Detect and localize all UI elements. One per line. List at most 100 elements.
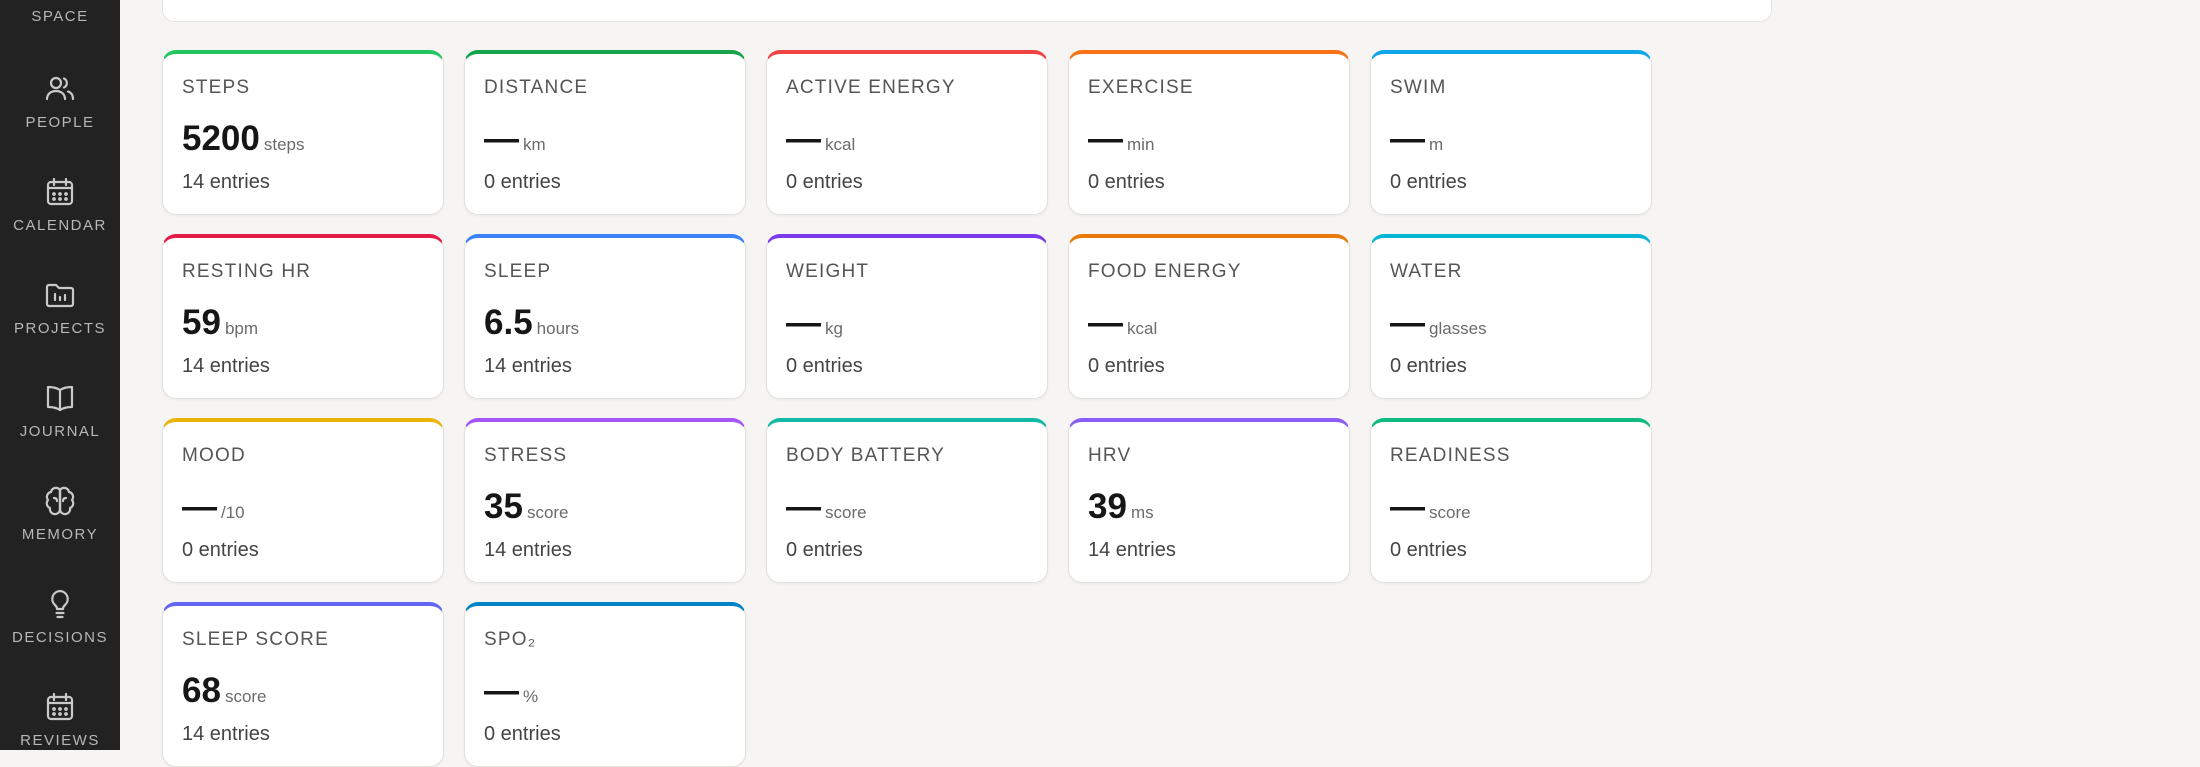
metric-entries: 0 entries <box>182 539 259 561</box>
metric-card-weight[interactable]: WEIGHT — kg 0 entries <box>766 234 1048 399</box>
metric-card-sleep[interactable]: SLEEP 6.5 hours 14 entries <box>464 234 746 399</box>
sidebar-item-decisions[interactable]: Decisions <box>0 587 120 646</box>
metric-entries: 0 entries <box>484 171 561 193</box>
metric-value: — <box>786 303 821 342</box>
metric-unit: score <box>224 687 267 706</box>
sidebar-item-label: Space <box>31 8 89 25</box>
metric-label: SWIM <box>1390 77 1447 98</box>
metric-value: 39 <box>1088 487 1127 526</box>
metric-entries: 0 entries <box>1088 171 1165 193</box>
metric-value: — <box>484 119 519 158</box>
main-content: STEPS 5200 steps 14 entries DISTANCE — km … <box>120 0 2200 767</box>
memory-brain-icon <box>43 484 77 518</box>
metric-card-food-energy[interactable]: FOOD ENERGY — kcal 0 entries <box>1068 234 1350 399</box>
journal-book-icon <box>43 381 77 415</box>
metric-card-hrv[interactable]: HRV 39 ms 14 entries <box>1068 418 1350 583</box>
metric-card-resting-hr[interactable]: RESTING HR 59 bpm 14 entries <box>162 234 444 399</box>
metric-entries: 0 entries <box>484 723 561 745</box>
sidebar: Space People Calendar <box>0 0 120 750</box>
metric-label: ACTIVE ENERGY <box>786 77 956 98</box>
metric-unit: /10 <box>221 503 245 522</box>
sidebar-item-label: Projects <box>13 320 106 337</box>
metric-card-stress[interactable]: STRESS 35 score 14 entries <box>464 418 746 583</box>
metric-label: STEPS <box>182 77 251 98</box>
metric-entries: 0 entries <box>786 539 863 561</box>
metric-value: 59 <box>182 303 221 342</box>
people-icon <box>43 72 77 106</box>
metric-entries: 14 entries <box>182 723 270 745</box>
metric-unit: km <box>523 135 546 154</box>
sidebar-item-label: People <box>25 114 95 131</box>
metric-label: FOOD ENERGY <box>1088 261 1242 282</box>
decisions-lightbulb-icon <box>43 587 77 621</box>
metric-value: — <box>1390 487 1425 526</box>
metric-entries: 14 entries <box>484 539 572 561</box>
metric-entries: 14 entries <box>182 171 270 193</box>
metric-entries: 14 entries <box>1088 539 1176 561</box>
metric-label: RESTING HR <box>182 261 312 282</box>
metric-label: HRV <box>1088 445 1132 466</box>
metric-value: — <box>182 487 217 526</box>
metric-card-sleep-score[interactable]: SLEEP SCORE 68 score 14 entries <box>162 602 444 767</box>
metric-unit: bpm <box>224 319 259 338</box>
metric-card-spo2[interactable]: SPO₂ —% 0 entries <box>464 602 746 767</box>
metric-unit: min <box>1127 135 1155 154</box>
metric-card-swim[interactable]: SWIM — m 0 entries <box>1370 50 1652 215</box>
metric-label: DISTANCE <box>484 77 589 98</box>
metric-entries: 14 entries <box>182 355 270 377</box>
metric-entries: 14 entries <box>484 355 572 377</box>
sidebar-item-reviews[interactable]: Reviews <box>0 690 120 749</box>
metric-unit: hours <box>536 319 580 338</box>
calendar-icon <box>43 175 77 209</box>
metric-card-steps[interactable]: STEPS 5200 steps 14 entries <box>162 50 444 215</box>
metric-card-active-energy[interactable]: ACTIVE ENERGY — kcal 0 entries <box>766 50 1048 215</box>
metric-unit: kg <box>825 319 843 338</box>
metric-label: EXERCISE <box>1088 77 1194 98</box>
metric-value: 5200 <box>182 119 260 158</box>
metric-unit: glasses <box>1429 319 1487 338</box>
metric-value: — <box>1088 119 1123 158</box>
metric-label: SPO₂ <box>484 629 537 650</box>
metric-card-readiness[interactable]: READINESS — score 0 entries <box>1370 418 1652 583</box>
metric-unit: kcal <box>825 135 856 154</box>
metric-value: — <box>1390 119 1425 158</box>
metric-entries: 0 entries <box>1390 171 1467 193</box>
sidebar-item-calendar[interactable]: Calendar <box>0 175 120 234</box>
metric-unit: score <box>825 503 867 522</box>
metric-label: READINESS <box>1390 445 1511 466</box>
sidebar-item-journal[interactable]: Journal <box>0 381 120 440</box>
sidebar-item-space[interactable]: Space <box>0 0 120 25</box>
metric-card-water[interactable]: WATER — glasses 0 entries <box>1370 234 1652 399</box>
metric-value: 6.5 <box>484 303 533 342</box>
metric-card-mood[interactable]: MOOD —/10 0 entries <box>162 418 444 583</box>
metric-unit: steps <box>263 135 305 154</box>
metric-unit: score <box>526 503 569 522</box>
reviews-calendar-icon <box>43 690 77 724</box>
metric-card-distance[interactable]: DISTANCE — km 0 entries <box>464 50 746 215</box>
sidebar-item-label: Reviews <box>20 732 100 749</box>
sidebar-item-label: Calendar <box>13 217 107 234</box>
metric-label: BODY BATTERY <box>786 445 946 466</box>
metric-card-exercise[interactable]: EXERCISE — min 0 entries <box>1068 50 1350 215</box>
metric-value: 35 <box>484 487 523 526</box>
metric-value: 68 <box>182 671 221 710</box>
sidebar-item-people[interactable]: People <box>0 72 120 131</box>
metric-value: — <box>484 671 519 710</box>
metrics-grid: STEPS 5200 steps 14 entries DISTANCE — km … <box>162 50 1652 767</box>
sidebar-item-projects[interactable]: Projects <box>0 278 120 337</box>
top-panel <box>162 0 1772 22</box>
projects-folder-icon <box>43 278 77 312</box>
metric-entries: 0 entries <box>786 355 863 377</box>
sidebar-item-label: Journal <box>19 423 101 440</box>
metric-unit: kcal <box>1127 319 1158 338</box>
metric-entries: 0 entries <box>1088 355 1165 377</box>
metric-entries: 0 entries <box>1390 355 1467 377</box>
metric-value: — <box>786 119 821 158</box>
metric-label: SLEEP <box>484 261 552 282</box>
metric-unit: ms <box>1130 503 1154 522</box>
metric-entries: 0 entries <box>1390 539 1467 561</box>
metric-label: WATER <box>1390 261 1463 282</box>
sidebar-item-label: Decisions <box>11 629 108 646</box>
metric-card-body-battery[interactable]: BODY BATTERY — score 0 entries <box>766 418 1048 583</box>
sidebar-item-memory[interactable]: Memory <box>0 484 120 543</box>
